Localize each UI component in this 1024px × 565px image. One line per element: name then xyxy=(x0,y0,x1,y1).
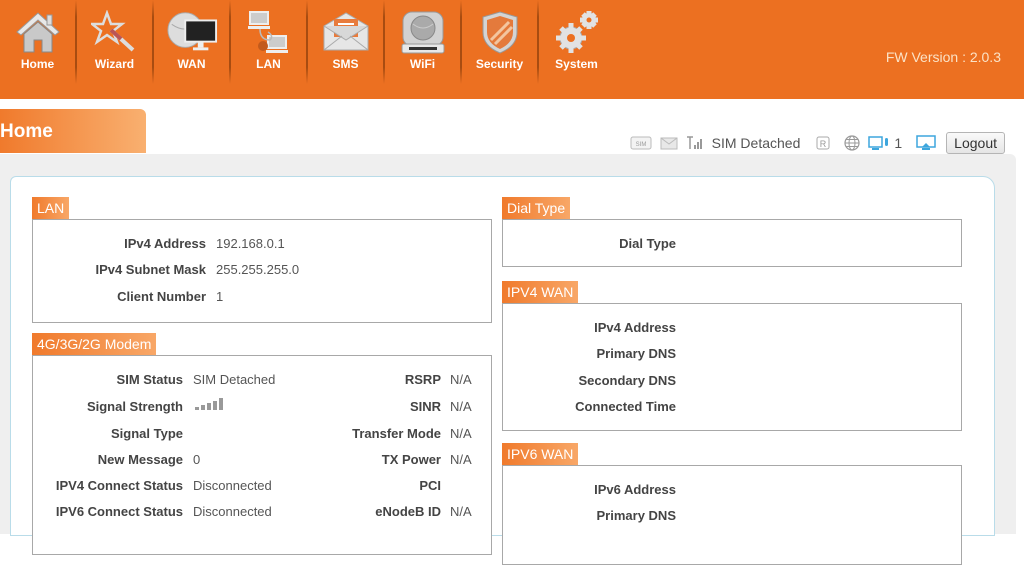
top-nav-bar: Home Wizard WAN LAN SMS WiFi Security Sy… xyxy=(0,0,1024,99)
ipv4-wan-label-secondary-dns: Secondary DNS xyxy=(578,373,676,388)
modem-label-enodeb-id: eNodeB ID xyxy=(375,504,441,519)
ipv4-wan-section-title: IPV4 WAN xyxy=(502,281,579,303)
lan-section: LAN IPv4 Address 192.168.0.1 IPv4 Subnet… xyxy=(32,197,492,323)
wifi-router-icon xyxy=(397,10,449,54)
ipv6-wan-section-title: IPV6 WAN xyxy=(502,443,579,465)
nav-wan-label: WAN xyxy=(177,57,206,71)
lan-computers-icon xyxy=(243,10,295,54)
nav-wizard-label: Wizard xyxy=(94,57,135,71)
lan-row-ipv4-address: IPv4 Address xyxy=(124,236,206,251)
roaming-icon: R xyxy=(816,136,830,150)
nav-home-label: Home xyxy=(20,57,55,71)
modem-label-transfer-mode: Transfer Mode xyxy=(352,426,441,441)
modem-info-box: SIM Status SIM Detached Signal Strength … xyxy=(32,355,492,555)
status-bar: SIM SIM Detached R 1 Logout xyxy=(630,131,1005,155)
dial-type-section: Dial Type Dial Type xyxy=(502,197,962,267)
logout-button[interactable]: Logout xyxy=(946,132,1005,154)
nav-sms[interactable]: SMS xyxy=(308,0,383,90)
wan-globe-monitor-icon xyxy=(166,10,218,54)
nav-system-label: System xyxy=(555,57,598,71)
envelope-icon xyxy=(320,10,372,54)
message-envelope-icon xyxy=(660,137,678,150)
nav-system[interactable]: System xyxy=(539,0,614,90)
network-status-text: SIM Detached xyxy=(711,135,801,151)
nav-lan[interactable]: LAN xyxy=(231,0,306,90)
nav-security-label: Security xyxy=(475,57,524,71)
ipv4-wan-label-primary-dns: Primary DNS xyxy=(596,346,676,361)
nav-home[interactable]: Home xyxy=(0,0,75,90)
nav-wan[interactable]: WAN xyxy=(154,0,229,90)
wizard-wand-icon xyxy=(89,10,141,54)
nav-wifi[interactable]: WiFi xyxy=(385,0,460,90)
ipv4-wan-section: IPV4 WAN IPv4 Address Primary DNS Second… xyxy=(502,281,962,431)
shield-icon xyxy=(474,10,526,54)
nav-sms-label: SMS xyxy=(332,57,359,71)
lan-info-box: IPv4 Address 192.168.0.1 IPv4 Subnet Mas… xyxy=(32,219,492,323)
nav-security[interactable]: Security xyxy=(462,0,537,90)
nav-wizard[interactable]: Wizard xyxy=(77,0,152,90)
page-title: Home xyxy=(0,121,53,142)
ipv4-wan-label-address: IPv4 Address xyxy=(594,320,676,335)
lan-monitor-icon xyxy=(916,135,936,151)
page-title-tab: Home xyxy=(0,109,146,153)
modem-label-tx-power: TX Power xyxy=(381,452,441,467)
signal-antenna-icon xyxy=(686,136,704,150)
nav-wifi-label: WiFi xyxy=(409,57,436,71)
ipv4-wan-label-connected-time: Connected Time xyxy=(575,399,676,414)
sim-card-icon: SIM xyxy=(630,136,652,150)
main-nav: Home Wizard WAN LAN SMS WiFi Security Sy… xyxy=(0,0,614,90)
modem-label-rsrp: RSRP xyxy=(404,372,441,387)
svg-text:SIM: SIM xyxy=(635,142,646,148)
dial-type-section-title: Dial Type xyxy=(502,197,571,219)
internet-globe-icon xyxy=(844,135,860,151)
modem-label-sinr: SINR xyxy=(409,399,441,414)
ipv4-wan-box: IPv4 Address Primary DNS Secondary DNS C… xyxy=(502,303,962,431)
modem-label-pci: PCI xyxy=(419,478,441,493)
connected-clients-count: 1 xyxy=(894,135,903,151)
dial-type-label: Dial Type xyxy=(619,236,676,251)
svg-text:R: R xyxy=(820,139,827,149)
wifi-clients-icon xyxy=(868,135,892,151)
lan-row-client-number: Client Number xyxy=(117,289,206,304)
ipv6-wan-label-primary-dns: Primary DNS xyxy=(596,508,676,523)
nav-lan-label: LAN xyxy=(256,57,281,71)
ipv6-wan-label-address: IPv6 Address xyxy=(594,482,676,497)
ipv6-wan-box: IPv6 Address Primary DNS xyxy=(502,465,962,565)
home-icon xyxy=(12,10,64,54)
modem-section: 4G/3G/2G Modem SIM Status SIM Detached S… xyxy=(32,333,492,555)
gears-icon xyxy=(551,10,603,54)
lan-row-subnet-mask: IPv4 Subnet Mask xyxy=(95,262,206,277)
firmware-version: FW Version : 2.0.3 xyxy=(885,49,1001,65)
dial-type-box: Dial Type xyxy=(502,219,962,267)
ipv6-wan-section: IPV6 WAN IPv6 Address Primary DNS xyxy=(502,443,962,565)
lan-section-title: LAN xyxy=(32,197,70,219)
modem-section-title: 4G/3G/2G Modem xyxy=(32,333,157,355)
